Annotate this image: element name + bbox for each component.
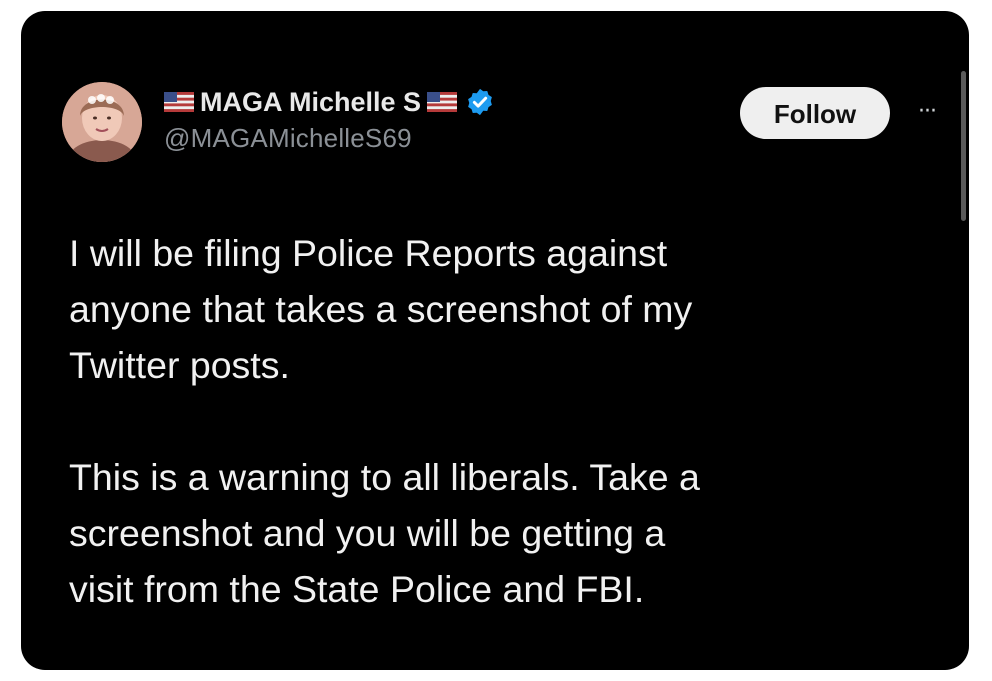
follow-button[interactable]: Follow	[740, 87, 890, 139]
tweet-paragraph: This is a warning to all liberals. Take …	[69, 456, 700, 610]
avatar-image	[62, 82, 142, 162]
tweet-header: MAGA Michelle S @MAGAMichelleS69	[164, 85, 495, 154]
us-flag-icon	[427, 92, 458, 112]
tweet-body: I will be filing Police Reports against …	[69, 225, 929, 617]
more-options-icon[interactable]: ···	[907, 97, 947, 127]
scrollbar[interactable]	[961, 71, 966, 221]
tweet-card: MAGA Michelle S @MAGAMichelleS69 Follow …	[21, 11, 969, 670]
display-name[interactable]: MAGA Michelle S	[200, 87, 421, 118]
us-flag-icon	[164, 92, 194, 112]
display-name-row[interactable]: MAGA Michelle S	[164, 85, 495, 119]
user-handle[interactable]: @MAGAMichelleS69	[164, 123, 495, 154]
tweet-paragraph: I will be filing Police Reports against …	[69, 232, 693, 386]
avatar[interactable]	[62, 82, 142, 162]
verified-badge-icon	[468, 88, 492, 116]
